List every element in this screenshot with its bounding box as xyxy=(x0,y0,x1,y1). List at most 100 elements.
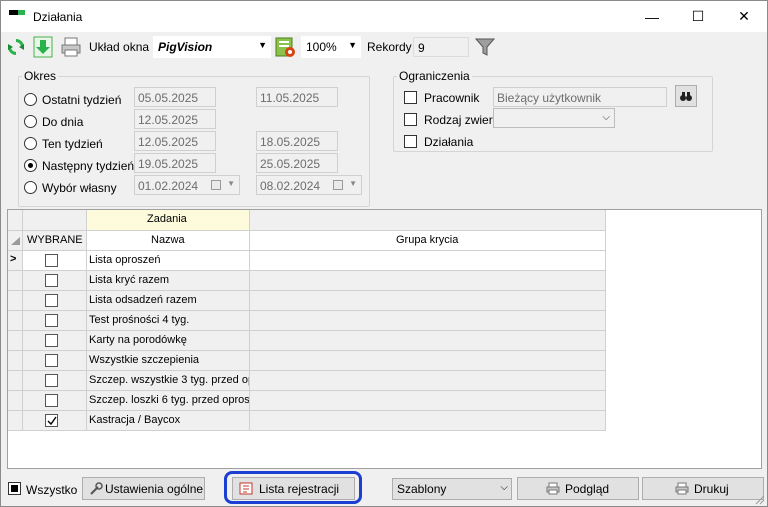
actions-checkbox[interactable] xyxy=(404,135,417,148)
row-group[interactable] xyxy=(250,271,606,291)
chevron-down-icon: ▼ xyxy=(348,40,357,50)
select-all-checkbox[interactable] xyxy=(8,482,21,495)
row-name[interactable]: Szczep. loszki 6 tyg. przed oprosz xyxy=(87,391,250,411)
employee-checkbox[interactable] xyxy=(404,91,417,104)
row-checkbox-cell[interactable] xyxy=(23,391,87,411)
row-checkbox[interactable] xyxy=(45,274,58,287)
limits-title: Ograniczenia xyxy=(397,69,472,83)
resize-grip-icon[interactable] xyxy=(753,493,765,505)
layout-select[interactable]: PigVision ▼ xyxy=(153,36,271,58)
row-checkbox-checked[interactable] xyxy=(45,414,58,427)
records-label: Rekordy xyxy=(367,40,412,54)
row-group[interactable] xyxy=(250,251,606,271)
column-header-name[interactable]: Nazwa xyxy=(87,231,250,251)
refresh-icon[interactable] xyxy=(5,36,27,58)
row-checkbox-cell[interactable] xyxy=(23,271,87,291)
pick-employee-button[interactable] xyxy=(675,85,697,107)
row-checkbox[interactable] xyxy=(45,354,58,367)
period-option-label: Wybór własny xyxy=(42,181,117,195)
preview-button[interactable]: Podgląd xyxy=(517,477,639,500)
row-checkbox-cell[interactable] xyxy=(23,291,87,311)
row-checkbox-cell[interactable] xyxy=(23,251,87,271)
close-icon: ✕ xyxy=(738,8,750,24)
filter-icon[interactable] xyxy=(474,36,496,58)
row-indicator xyxy=(8,271,23,291)
export-icon[interactable] xyxy=(32,36,54,58)
checkmark-icon xyxy=(47,416,57,426)
row-group[interactable] xyxy=(250,331,606,351)
row-group[interactable] xyxy=(250,291,606,311)
row-checkbox-cell[interactable] xyxy=(23,311,87,331)
period-option-label: Ten tydzień xyxy=(42,137,103,151)
general-settings-button[interactable]: Ustawienia ogólne xyxy=(82,477,205,500)
row-indicator xyxy=(8,331,23,351)
radio-next-week[interactable] xyxy=(24,159,37,172)
date-from-this-week: 12.05.2025 xyxy=(134,131,216,151)
zoom-select[interactable]: 100% ▼ xyxy=(301,36,361,58)
row-checkbox-cell[interactable] xyxy=(23,411,87,431)
row-name[interactable]: Karty na porodówkę xyxy=(87,331,250,351)
radio-this-week[interactable] xyxy=(24,137,37,150)
column-header-group[interactable]: Grupa krycia xyxy=(250,231,606,251)
row-checkbox-cell[interactable] xyxy=(23,351,87,371)
report-settings-icon[interactable] xyxy=(274,36,296,58)
chevron-down-icon: ▼ xyxy=(258,40,267,50)
radio-last-week[interactable] xyxy=(24,93,37,106)
row-checkbox[interactable] xyxy=(45,394,58,407)
radio-until-day[interactable] xyxy=(24,115,37,128)
dzialania-window: Działania — ☐ ✕ Układ okna PigVision ▼ 1… xyxy=(0,0,768,507)
row-checkbox[interactable] xyxy=(45,294,58,307)
row-name[interactable]: Lista odsadzeń razem xyxy=(87,291,250,311)
toolbar: Układ okna PigVision ▼ 100% ▼ Rekordy 9 xyxy=(1,32,767,62)
row-group[interactable] xyxy=(250,411,606,431)
row-group[interactable] xyxy=(250,311,606,331)
row-group[interactable] xyxy=(250,371,606,391)
calendar-icon xyxy=(333,180,343,190)
minimize-button[interactable]: — xyxy=(629,1,675,32)
radio-custom[interactable] xyxy=(24,181,37,194)
animal-type-checkbox[interactable] xyxy=(404,113,417,126)
row-indicator xyxy=(8,291,23,311)
templates-select[interactable]: Szablony ⌵ xyxy=(392,478,512,500)
row-name[interactable]: Lista kryć razem xyxy=(87,271,250,291)
date-from-custom: 01.02.2024 ▼ xyxy=(134,175,240,195)
highlight-box xyxy=(224,471,362,504)
sort-indicator xyxy=(8,231,23,251)
corner-cell xyxy=(8,210,23,231)
chevron-down-icon: ▼ xyxy=(227,179,235,188)
print-preview-icon xyxy=(546,482,560,495)
period-title: Okres xyxy=(22,69,59,83)
print-button[interactable]: Drukuj xyxy=(642,477,764,500)
row-checkbox-cell[interactable] xyxy=(23,331,87,351)
row-indicator xyxy=(8,311,23,331)
row-name[interactable]: Test prośności 4 tyg. xyxy=(87,311,250,331)
row-checkbox[interactable] xyxy=(45,374,58,387)
sort-triangle-icon xyxy=(11,237,20,245)
row-checkbox[interactable] xyxy=(45,314,58,327)
app-logo-icon xyxy=(9,10,25,16)
row-checkbox-cell[interactable] xyxy=(23,371,87,391)
animal-type-select[interactable]: ⌵ xyxy=(493,108,615,128)
row-group[interactable] xyxy=(250,351,606,371)
row-checkbox[interactable] xyxy=(45,334,58,347)
row-name[interactable]: Szczep. wszystkie 3 tyg. przed op xyxy=(87,371,250,391)
close-button[interactable]: ✕ xyxy=(721,1,767,32)
zoom-value: 100% xyxy=(306,40,337,54)
header-blank xyxy=(23,210,87,231)
wrench-icon xyxy=(90,482,103,495)
print-icon[interactable] xyxy=(60,36,82,58)
period-option-label: Następny tydzień xyxy=(42,159,135,173)
row-name[interactable]: Lista oproszeń xyxy=(87,251,250,271)
date-until-day: 12.05.2025 xyxy=(134,109,216,129)
row-checkbox[interactable] xyxy=(45,254,58,267)
date-from-last-week: 05.05.2025 xyxy=(134,87,216,107)
row-indicator: > xyxy=(8,251,23,271)
maximize-button[interactable]: ☐ xyxy=(675,1,721,32)
header-blank-right xyxy=(250,210,606,231)
row-name[interactable]: Kastracja / Baycox xyxy=(87,411,250,431)
row-name[interactable]: Wszystkie szczepienia xyxy=(87,351,250,371)
window-title: Działania xyxy=(33,10,83,24)
period-option-label: Do dnia xyxy=(42,115,84,129)
column-header-selected[interactable]: WYBRANE xyxy=(23,231,87,251)
row-group[interactable] xyxy=(250,391,606,411)
